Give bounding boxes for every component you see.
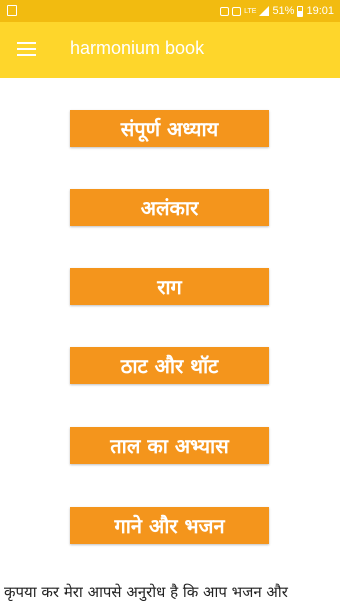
songs-bhajan-button[interactable]: गाने और भजन (70, 507, 269, 544)
app-bar: harmonium book (0, 22, 340, 78)
lte-icon: LTE (244, 7, 257, 15)
battery-icon (297, 5, 304, 17)
status-icons: LTE 51% 19:01 (220, 4, 334, 18)
thaat-button[interactable]: ठाट और थॉट (70, 347, 269, 384)
alarm-icon (220, 6, 230, 16)
signal-icon (259, 6, 270, 16)
raag-button[interactable]: राग (70, 268, 269, 305)
nfc-icon (232, 6, 242, 16)
hamburger-menu-icon[interactable] (17, 41, 36, 57)
notification-icon (7, 5, 17, 16)
app-title: harmonium book (70, 38, 205, 58)
alankar-button[interactable]: अलंकार (70, 189, 269, 226)
taal-practice-button[interactable]: ताल का अभ्यास (70, 427, 269, 464)
status-bar: LTE 51% 19:01 (0, 0, 340, 22)
battery-percent: 51% (272, 5, 295, 17)
request-text: कृपया कर मेरा आपसे अनुरोध है कि आप भजन औ… (4, 583, 288, 601)
status-time: 19:01 (306, 5, 334, 17)
complete-chapters-button[interactable]: संपूर्ण अध्याय (70, 110, 269, 147)
